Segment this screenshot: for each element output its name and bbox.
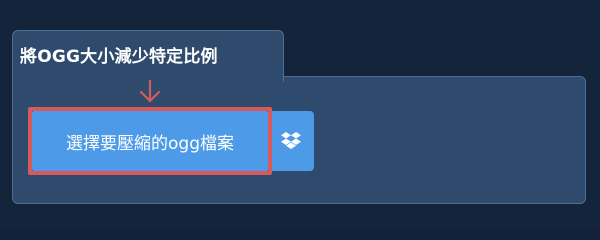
choose-ogg-file-button[interactable]: 選擇要壓縮的ogg檔案 xyxy=(32,111,268,171)
dropbox-icon xyxy=(281,132,301,149)
arrow-down-icon xyxy=(139,80,161,103)
tab-title: 將OGG大小減少特定比例 xyxy=(20,47,218,67)
dropbox-button[interactable] xyxy=(268,111,314,171)
converter-panel: 將OGG大小減少特定比例 選擇要壓縮的ogg檔案 xyxy=(0,0,600,230)
